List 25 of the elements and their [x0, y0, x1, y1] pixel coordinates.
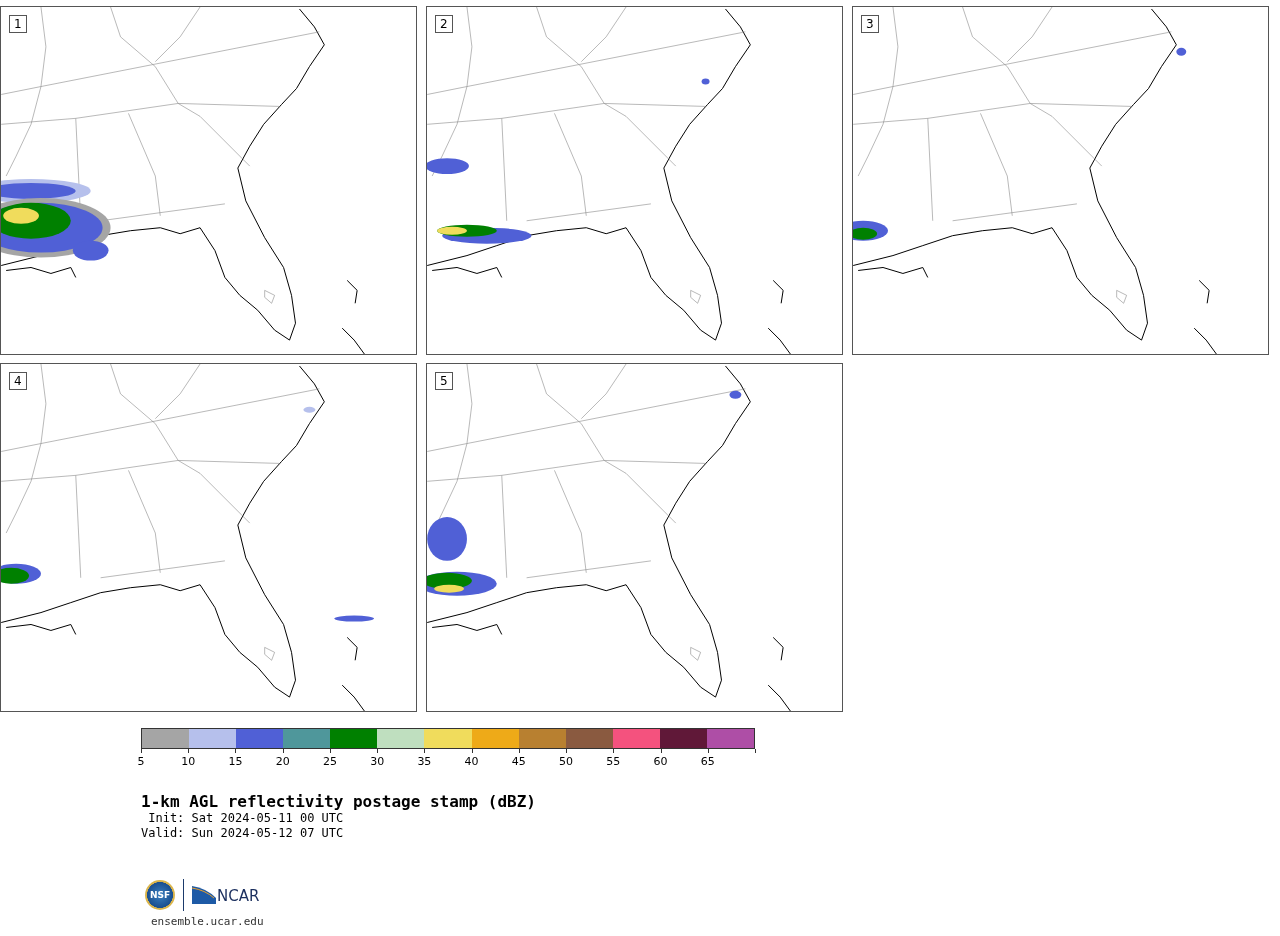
tick-label: 20: [275, 755, 290, 768]
panel-number: 1: [9, 15, 27, 33]
panel-number: 2: [435, 15, 453, 33]
tick-label: 65: [700, 755, 715, 768]
tick-label: 35: [417, 755, 432, 768]
tick-label: 40: [464, 755, 479, 768]
logo-text: NCAR: [217, 889, 260, 904]
tick-label: 15: [228, 755, 243, 768]
panel-number: 5: [435, 372, 453, 390]
tick-label: 10: [181, 755, 196, 768]
chart-title: 1-km AGL reflectivity postage stamp (dBZ): [141, 793, 537, 811]
tick-label: 60: [653, 755, 668, 768]
tick-label: 45: [511, 755, 526, 768]
tick-label: 50: [559, 755, 574, 768]
valid-time: Valid: Sun 2024-05-12 07 UTC: [141, 826, 345, 841]
swoosh-icon: [192, 886, 216, 904]
tick-label: 55: [606, 755, 621, 768]
seal-logo: NSF: [145, 880, 175, 910]
website-link[interactable]: ensemble.ucar.edu: [151, 915, 1280, 928]
panel-number: 4: [9, 372, 27, 390]
tick-label: 5: [137, 755, 145, 768]
panel-number: 3: [861, 15, 879, 33]
init-time: Init: Sat 2024-05-11 00 UTC: [147, 811, 345, 826]
tick-label: 25: [322, 755, 337, 768]
tick-label: 30: [370, 755, 385, 768]
